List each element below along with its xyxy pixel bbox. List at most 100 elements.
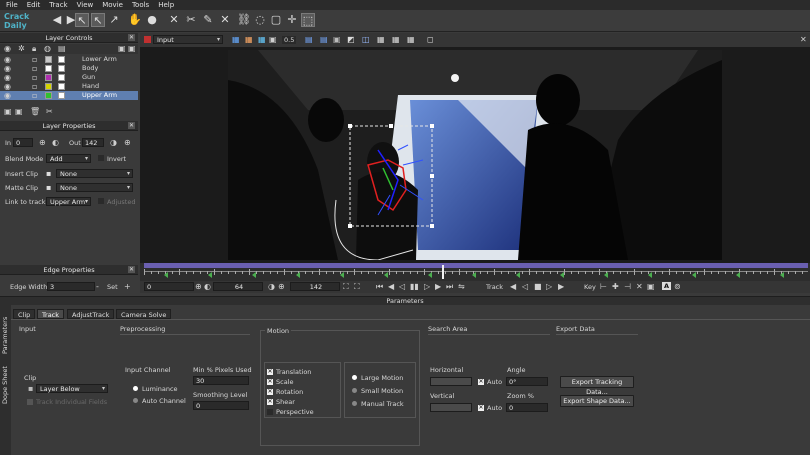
track-stop-icon[interactable]: ■ xyxy=(534,283,542,291)
layer-color-swatch[interactable] xyxy=(45,56,52,63)
select-points-icon[interactable]: ↖ xyxy=(91,13,105,27)
zoom-field[interactable]: 0 xyxy=(506,403,548,412)
timeline[interactable] xyxy=(140,263,810,281)
channel-icon[interactable]: ▦ xyxy=(258,36,266,44)
tab-track[interactable]: Track xyxy=(37,309,65,319)
vertical-field[interactable] xyxy=(430,403,472,412)
export-tracking-button[interactable]: Export Tracking Data... xyxy=(560,376,634,396)
collapse-icon[interactable]: ▣ xyxy=(128,45,136,53)
next-key-icon[interactable]: ⊣ xyxy=(624,283,631,291)
stepper-minus-icon[interactable]: - xyxy=(96,283,99,291)
track-step-forward-icon[interactable]: ▷ xyxy=(546,283,552,291)
link-icon[interactable]: ⛓ xyxy=(237,13,251,27)
track-fields-checkbox[interactable] xyxy=(27,399,33,405)
side-tab-dope-sheet[interactable]: Dope Sheet xyxy=(1,365,10,405)
viewer-close-icon[interactable]: ✕ xyxy=(800,36,807,44)
undo-icon[interactable]: ◀ xyxy=(50,13,64,27)
insert-clip-dropdown[interactable]: None xyxy=(56,169,133,178)
link-to-track-dropdown[interactable]: Upper Arm xyxy=(46,197,91,206)
keyframe-icon[interactable]: ⊕ xyxy=(39,139,46,147)
layer-row[interactable]: ◉ ▫ Body xyxy=(0,64,138,73)
horizontal-field[interactable] xyxy=(430,377,472,386)
current-frame-field[interactable]: 64 xyxy=(213,282,263,291)
layer-view-icon[interactable]: ▦ xyxy=(377,36,385,44)
select-arrow-icon[interactable]: ↖ xyxy=(75,13,89,27)
set-out-icon[interactable]: ⊕ xyxy=(278,283,285,291)
menu-help[interactable]: Help xyxy=(158,1,174,9)
tab-clip[interactable]: Clip xyxy=(13,309,36,319)
menu-file[interactable]: File xyxy=(6,1,18,9)
layer-color-swatch[interactable] xyxy=(45,65,52,72)
lock-icon[interactable]: ▫ xyxy=(32,92,37,100)
menu-movie[interactable]: Movie xyxy=(102,1,123,9)
timeline-range-bar[interactable] xyxy=(144,263,808,268)
keyframe-marker[interactable] xyxy=(296,272,300,278)
in-field[interactable]: 0 xyxy=(13,138,33,147)
viewer-clip-dropdown[interactable]: Input xyxy=(153,35,223,44)
stop-icon[interactable]: ▮▮ xyxy=(410,283,419,291)
stepper-plus-icon[interactable]: + xyxy=(124,283,131,291)
add-point-icon[interactable]: ↗ xyxy=(107,13,121,27)
eye-icon[interactable]: ◉ xyxy=(4,74,11,82)
bezier-pen-icon[interactable]: ✎ xyxy=(201,13,215,27)
close-icon[interactable]: ✕ xyxy=(128,266,135,273)
track-step-back-icon[interactable]: ◁ xyxy=(522,283,528,291)
luminance-radio[interactable] xyxy=(133,386,138,391)
layer-color-swatch[interactable] xyxy=(45,92,52,99)
close-icon[interactable]: ✕ xyxy=(128,34,135,41)
angle-field[interactable]: 0° xyxy=(506,377,548,386)
layer-color-swatch[interactable] xyxy=(45,83,52,90)
keyframe-marker[interactable] xyxy=(340,272,344,278)
matte-clip-dropdown[interactable]: None xyxy=(56,183,133,192)
set-label[interactable]: Set xyxy=(107,283,118,291)
last-frame-icon[interactable]: ⏭ xyxy=(446,283,453,291)
viewer-image[interactable] xyxy=(228,50,722,260)
transform-box-icon[interactable]: ⬚ xyxy=(301,13,315,27)
eye-icon[interactable]: ◉ xyxy=(4,56,11,64)
menu-view[interactable]: View xyxy=(77,1,94,9)
mask-icon[interactable]: ▤ xyxy=(58,45,66,53)
set-in-icon[interactable]: ⊕ xyxy=(195,283,202,291)
lock-icon[interactable]: 🔒︎ xyxy=(32,45,36,53)
motion-mode-radio[interactable] xyxy=(352,388,357,393)
side-tab-parameters[interactable]: Parameters xyxy=(1,313,10,357)
hand-pan-icon[interactable]: ✋ xyxy=(128,13,142,27)
zoom-value[interactable]: 0.5 xyxy=(282,36,297,44)
edges-view-icon[interactable]: ▦ xyxy=(392,36,400,44)
lock-icon[interactable]: ▫ xyxy=(32,65,37,73)
expand-icon[interactable]: ▣ xyxy=(118,45,126,53)
keyframe-icon[interactable]: ⊕ xyxy=(124,139,131,147)
blend-mode-dropdown[interactable]: Add xyxy=(46,154,91,163)
motion-option-checkbox[interactable] xyxy=(267,409,273,415)
loop-icon[interactable]: ⇋ xyxy=(458,283,465,291)
play-backward-icon[interactable]: ◀ xyxy=(388,283,394,291)
tab-camera-solve[interactable]: Camera Solve xyxy=(116,309,172,319)
in-marker-icon[interactable]: ◐ xyxy=(204,283,211,291)
out-marker-icon[interactable]: ◑ xyxy=(268,283,275,291)
step-back-icon[interactable]: ◁ xyxy=(399,283,405,291)
step-forward-icon[interactable]: ▷ xyxy=(424,283,430,291)
track-forward-icon[interactable]: ▶ xyxy=(558,283,564,291)
add-key-icon[interactable]: ✚ xyxy=(612,283,619,291)
menu-edit[interactable]: Edit xyxy=(27,1,41,9)
adjusted-checkbox[interactable] xyxy=(98,198,104,204)
keyframe-marker[interactable] xyxy=(648,272,652,278)
invert-checkbox[interactable] xyxy=(98,155,104,161)
fit-view-icon[interactable]: ▤ xyxy=(305,36,313,44)
out-field[interactable]: 142 xyxy=(82,138,104,147)
delete-layer-icon[interactable]: 🗑︎ xyxy=(30,108,40,116)
delete-key-icon[interactable]: ✕ xyxy=(636,283,643,291)
prev-key-icon[interactable]: ⊢ xyxy=(600,283,607,291)
motion-option-checkbox[interactable]: ✕ xyxy=(267,389,273,395)
keyframe-marker[interactable] xyxy=(384,272,388,278)
keyframe-marker[interactable] xyxy=(428,272,432,278)
motion-option-checkbox[interactable]: ✕ xyxy=(267,369,273,375)
keyframe-marker[interactable] xyxy=(516,272,520,278)
fit-range-icon[interactable]: ⛶ xyxy=(343,283,349,291)
frame-view-icon[interactable]: ▣ xyxy=(333,36,341,44)
layer-row[interactable]: ◉ ▫ Gun xyxy=(0,73,138,82)
layer-mask-swatch[interactable] xyxy=(58,92,65,99)
out-point-icon[interactable]: ◑ xyxy=(110,139,117,147)
layer-row[interactable]: ◉ ▫ Hand xyxy=(0,82,138,91)
tracking-view-icon[interactable]: ▦ xyxy=(407,36,415,44)
